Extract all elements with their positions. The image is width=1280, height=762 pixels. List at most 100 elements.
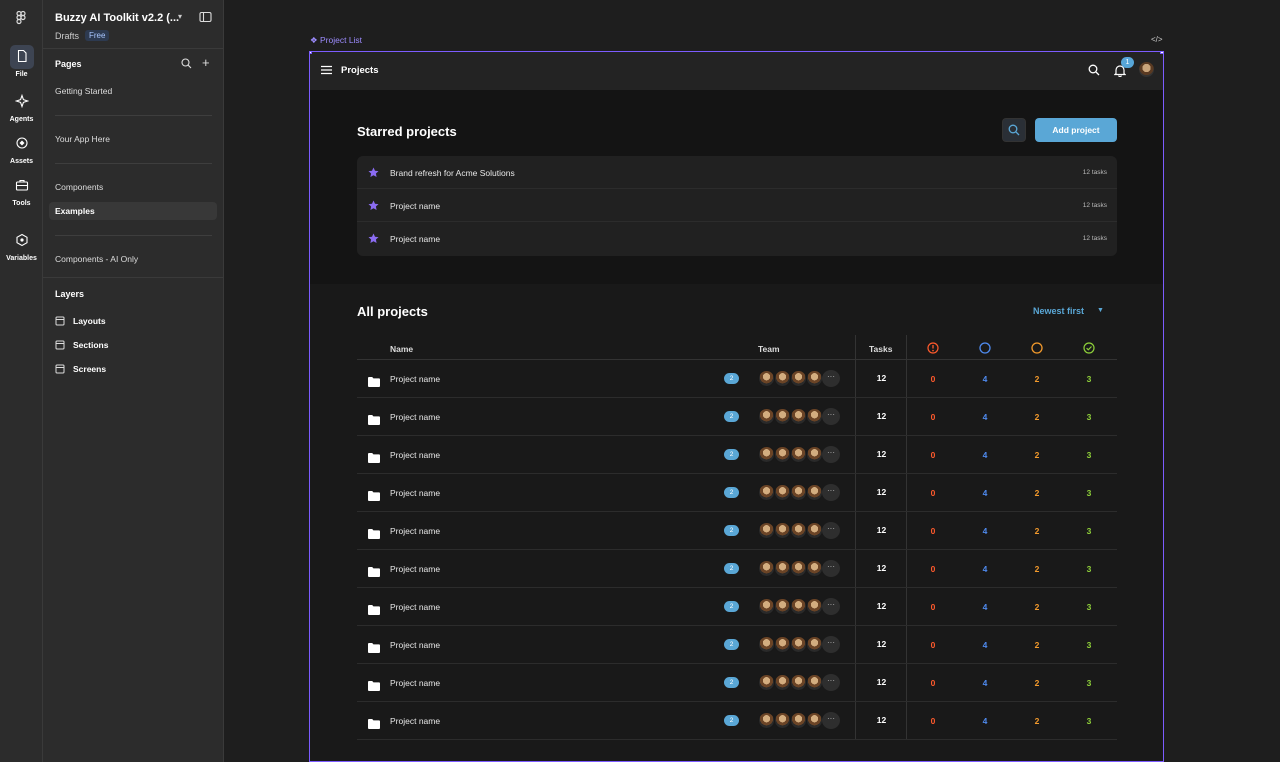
table-row[interactable]: Project name 2 ··· 12 0 4 2 3 — [357, 626, 1117, 664]
figma-logo-icon[interactable] — [13, 10, 29, 26]
chevron-down-icon[interactable]: ▼ — [1097, 307, 1104, 314]
team-avatar[interactable] — [758, 408, 775, 425]
column-name[interactable]: Name — [390, 344, 413, 354]
overdue-icon[interactable] — [927, 342, 939, 354]
project-name[interactable]: Project name — [390, 602, 440, 612]
panel-toggle-icon[interactable] — [199, 11, 212, 23]
project-name[interactable]: Project name — [390, 678, 440, 688]
project-name[interactable]: Project name — [390, 526, 440, 536]
avatar[interactable] — [1139, 62, 1154, 77]
starred-item[interactable]: Project name 12 tasks — [357, 222, 1117, 255]
more-icon[interactable]: ··· — [822, 370, 840, 387]
project-name[interactable]: Project name — [390, 488, 440, 498]
team-avatar[interactable] — [790, 408, 807, 425]
team-avatar[interactable] — [774, 712, 791, 729]
table-row[interactable]: Project name 2 ··· 12 0 4 2 3 — [357, 436, 1117, 474]
add-page-icon[interactable]: + — [202, 55, 210, 70]
rail-variables[interactable]: Variables — [0, 229, 43, 262]
team-avatar[interactable] — [774, 408, 791, 425]
team-avatar[interactable] — [758, 674, 775, 691]
more-icon[interactable]: ··· — [822, 674, 840, 691]
search-icon[interactable] — [181, 58, 192, 69]
team-avatar[interactable] — [774, 636, 791, 653]
team-avatar[interactable] — [806, 446, 823, 463]
team-avatars[interactable]: ··· — [758, 712, 842, 730]
team-avatar[interactable] — [790, 484, 807, 501]
table-row[interactable]: Project name 2 ··· 12 0 4 2 3 — [357, 360, 1117, 398]
team-avatar[interactable] — [806, 712, 823, 729]
in-progress-status-icon[interactable] — [1031, 342, 1043, 354]
more-icon[interactable]: ··· — [822, 636, 840, 653]
team-avatars[interactable]: ··· — [758, 522, 842, 540]
rail-tools[interactable]: Tools — [0, 174, 43, 207]
team-avatar[interactable] — [790, 370, 807, 387]
table-row[interactable]: Project name 2 ··· 12 0 4 2 3 — [357, 664, 1117, 702]
file-title[interactable]: Buzzy AI Toolkit v2.2 (... — [55, 12, 179, 24]
page-examples[interactable]: Examples — [49, 202, 217, 220]
team-avatar[interactable] — [758, 636, 775, 653]
drafts-label[interactable]: Drafts — [55, 31, 79, 41]
team-avatar[interactable] — [774, 370, 791, 387]
star-icon[interactable] — [368, 233, 379, 244]
team-avatar[interactable] — [806, 674, 823, 691]
team-avatar[interactable] — [790, 598, 807, 615]
team-avatar[interactable] — [806, 636, 823, 653]
team-avatar[interactable] — [790, 674, 807, 691]
table-row[interactable]: Project name 2 ··· 12 0 4 2 3 — [357, 398, 1117, 436]
todo-status-icon[interactable] — [979, 342, 991, 354]
team-avatar[interactable] — [806, 522, 823, 539]
rail-assets[interactable]: Assets — [0, 132, 43, 165]
project-name[interactable]: Project name — [390, 640, 440, 650]
more-icon[interactable]: ··· — [822, 712, 840, 729]
team-avatar[interactable] — [758, 712, 775, 729]
page-components-ai-only[interactable]: Components - AI Only — [49, 250, 217, 268]
team-avatar[interactable] — [790, 712, 807, 729]
team-avatar[interactable] — [774, 522, 791, 539]
project-name[interactable]: Project name — [390, 374, 440, 384]
table-row[interactable]: Project name 2 ··· 12 0 4 2 3 — [357, 702, 1117, 740]
team-avatar[interactable] — [790, 560, 807, 577]
team-avatar[interactable] — [774, 560, 791, 577]
team-avatar[interactable] — [774, 598, 791, 615]
team-avatar[interactable] — [790, 636, 807, 653]
menu-icon[interactable] — [321, 65, 332, 75]
resize-handle[interactable] — [310, 52, 312, 54]
team-avatars[interactable]: ··· — [758, 598, 842, 616]
more-icon[interactable]: ··· — [822, 598, 840, 615]
table-row[interactable]: Project name 2 ··· 12 0 4 2 3 — [357, 512, 1117, 550]
team-avatar[interactable] — [758, 370, 775, 387]
starred-item[interactable]: Project name 12 tasks — [357, 189, 1117, 222]
page-components[interactable]: Components — [49, 178, 217, 196]
code-icon[interactable]: </> — [1151, 35, 1163, 44]
table-row[interactable]: Project name 2 ··· 12 0 4 2 3 — [357, 550, 1117, 588]
star-icon[interactable] — [368, 200, 379, 211]
team-avatars[interactable]: ··· — [758, 370, 842, 388]
more-icon[interactable]: ··· — [822, 408, 840, 425]
rail-agents[interactable]: Agents — [0, 90, 43, 123]
team-avatars[interactable]: ··· — [758, 560, 842, 578]
team-avatar[interactable] — [774, 484, 791, 501]
done-status-icon[interactable] — [1083, 342, 1095, 354]
search-button[interactable] — [1002, 118, 1026, 142]
star-icon[interactable] — [368, 167, 379, 178]
page-your-app-here[interactable]: Your App Here — [49, 130, 217, 148]
team-avatar[interactable] — [758, 522, 775, 539]
team-avatars[interactable]: ··· — [758, 446, 842, 464]
project-list-frame[interactable]: Projects 1 Starred projects Add project … — [309, 51, 1164, 762]
resize-handle[interactable] — [1160, 52, 1163, 54]
team-avatar[interactable] — [758, 560, 775, 577]
starred-item[interactable]: Brand refresh for Acme Solutions 12 task… — [357, 156, 1117, 189]
column-team[interactable]: Team — [758, 344, 780, 354]
more-icon[interactable]: ··· — [822, 522, 840, 539]
sort-dropdown[interactable]: Newest first — [1033, 306, 1084, 316]
team-avatar[interactable] — [790, 446, 807, 463]
team-avatar[interactable] — [758, 484, 775, 501]
team-avatar[interactable] — [806, 598, 823, 615]
page-getting-started[interactable]: Getting Started — [49, 82, 217, 100]
search-icon[interactable] — [1088, 64, 1100, 76]
team-avatar[interactable] — [806, 408, 823, 425]
rail-file[interactable]: File — [0, 45, 43, 78]
project-name[interactable]: Project name — [390, 564, 440, 574]
chevron-down-icon[interactable]: ▾ — [178, 12, 182, 21]
team-avatars[interactable]: ··· — [758, 674, 842, 692]
